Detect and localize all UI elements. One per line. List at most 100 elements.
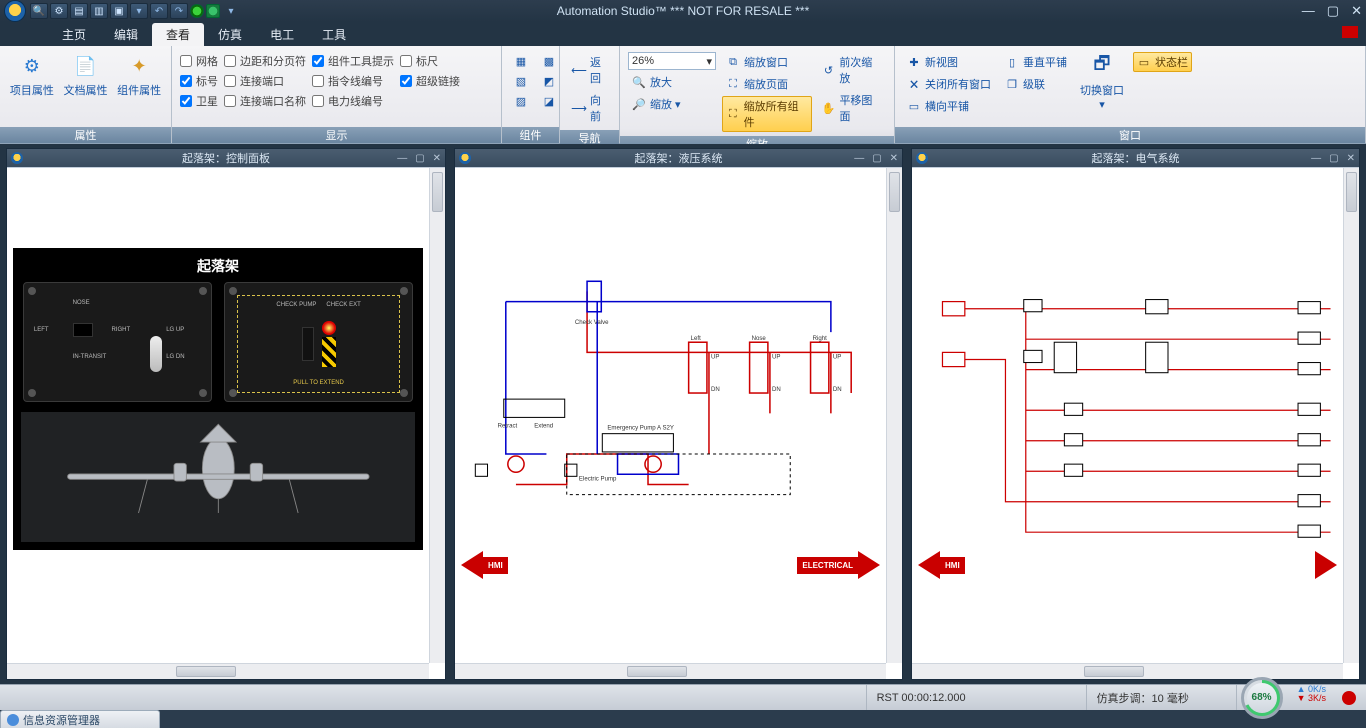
hydraulic-schematic[interactable]: Check Valve Left Nose Right UPUPUP DNDND… — [455, 167, 902, 679]
pane-close-button[interactable]: ✕ — [433, 153, 441, 164]
vertical-scrollbar[interactable] — [429, 168, 445, 663]
qat-dropdown[interactable]: ▾ — [222, 3, 240, 19]
zoom-page-button[interactable]: ⛶缩放页面 — [722, 74, 812, 94]
info-explorer-tab[interactable]: 信息资源管理器 — [0, 710, 160, 728]
user-icon — [7, 714, 19, 726]
pane-min-button[interactable]: — — [397, 153, 407, 164]
qat-redo-icon[interactable]: ↷ — [170, 3, 188, 19]
zoom-window-button[interactable]: ⧉缩放窗口 — [722, 52, 812, 72]
tab-sim[interactable]: 仿真 — [204, 23, 256, 46]
vertical-scrollbar[interactable] — [886, 168, 902, 663]
pane-min-button[interactable]: — — [854, 153, 864, 164]
horizontal-scrollbar[interactable] — [455, 663, 886, 679]
hmi-panel[interactable]: 起落架 NOSE LEFT RIGHT LG UP IN-TRANSIT LG — [13, 248, 423, 550]
vtile-button[interactable]: ▯垂直平铺 — [1001, 52, 1071, 72]
qat-button[interactable]: ▥ — [90, 3, 108, 19]
comp-btn[interactable]: ▨ — [510, 92, 532, 110]
minimize-button[interactable]: — — [1302, 3, 1315, 19]
nav-hmi-arrow[interactable]: HMI — [461, 551, 508, 579]
ribbon-group-attributes: ⚙项目属性 📄文档属性 ✦组件属性 属性 — [0, 46, 172, 143]
nav-electrical-arrow[interactable]: ELECTRICAL — [797, 551, 880, 579]
comp-props-button[interactable]: ✦组件属性 — [115, 50, 163, 98]
zoom-out-button[interactable]: 🔎缩放 ▾ — [628, 94, 716, 114]
pane-min-button[interactable]: — — [1311, 153, 1321, 164]
zoom-in-button[interactable]: 🔍放大 — [628, 72, 716, 92]
svg-text:Nose: Nose — [752, 335, 767, 342]
ports-checkbox[interactable]: 连接端口 — [224, 72, 306, 90]
tab-tools[interactable]: 工具 — [308, 23, 360, 46]
doc-props-button[interactable]: 📄文档属性 — [62, 50, 110, 98]
quick-access-toolbar: 🔍 ⚙ ▤ ▥ ▣ ▾ ↶ ↷ ▾ — [30, 3, 240, 19]
pane-max-button[interactable]: ▢ — [872, 153, 881, 164]
qat-button[interactable]: ▤ — [70, 3, 88, 19]
ribbon-group-window: ✚新视图 🗙关闭所有窗口 ▭横向平铺 ▯垂直平铺 ❐级联 🗗切换窗口 ▾ ▭状态… — [895, 46, 1366, 143]
zoom-combo[interactable]: 26%▾ — [628, 52, 716, 70]
tab-home[interactable]: 主页 — [48, 23, 100, 46]
run-icon[interactable] — [190, 4, 204, 18]
zoom-prev-button[interactable]: ↺前次缩放 — [818, 52, 886, 88]
qat-button[interactable]: ⚙ — [50, 3, 68, 19]
notification-flag-icon[interactable] — [1342, 26, 1358, 38]
stop-icon[interactable] — [206, 4, 220, 18]
indicator — [73, 323, 93, 337]
zoom-all-button[interactable]: ⛶缩放所有组件 — [722, 96, 812, 132]
pane-control-panel: 起落架：控制面板 —▢✕ 起落架 NOSE LEFT RIGHT LG U — [6, 148, 446, 680]
close-all-button[interactable]: 🗙关闭所有窗口 — [903, 74, 995, 94]
ruler-checkbox[interactable]: 标尺 — [400, 52, 460, 70]
qat-button[interactable]: ▣ — [110, 3, 128, 19]
powerline-checkbox[interactable]: 电力线编号 — [312, 92, 394, 110]
sim-time: RST 00:00:12.000 — [867, 685, 1087, 710]
new-view-button[interactable]: ✚新视图 — [903, 52, 995, 72]
qat-undo-icon[interactable]: ↶ — [150, 3, 168, 19]
ribbon-group-display: 网格 标号 卫星 边距和分页符 连接端口 连接端口名称 组件工具提示 指令线编号… — [172, 46, 502, 143]
gear-lever[interactable] — [150, 336, 162, 372]
comp-btn[interactable]: ▧ — [510, 72, 532, 90]
pan-button[interactable]: ✋平移图面 — [818, 90, 886, 126]
comp-btn[interactable]: ▩ — [538, 52, 560, 70]
svg-text:UP: UP — [772, 353, 780, 360]
comp-btn[interactable]: ▦ — [510, 52, 532, 70]
pane-max-button[interactable]: ▢ — [415, 153, 424, 164]
qat-dropdown[interactable]: ▾ — [130, 3, 148, 19]
nav-back-button: ⟵返回 — [568, 52, 611, 88]
status-bar: RST 00:00:12.000 仿真步调：10 毫秒 68% ▲ 0K/s ▼… — [0, 684, 1366, 710]
margins-checkbox[interactable]: 边距和分页符 — [224, 52, 306, 70]
horizontal-scrollbar[interactable] — [7, 663, 429, 679]
satellite-checkbox[interactable]: 卫星 — [180, 92, 218, 110]
cmdline-checkbox[interactable]: 指令线编号 — [312, 72, 394, 90]
tooltips-checkbox[interactable]: 组件工具提示 — [312, 52, 394, 70]
pane-max-button[interactable]: ▢ — [1329, 153, 1338, 164]
statusbar-toggle[interactable]: ▭状态栏 — [1133, 52, 1192, 72]
svg-text:Extend: Extend — [534, 423, 553, 430]
ribbon-tabs: 主页 编辑 查看 仿真 电工 工具 — [0, 22, 1366, 46]
tab-edit[interactable]: 编辑 — [100, 23, 152, 46]
pane-close-button[interactable]: ✕ — [1347, 153, 1355, 164]
vertical-scrollbar[interactable] — [1343, 168, 1359, 663]
portnames-checkbox[interactable]: 连接端口名称 — [224, 92, 306, 110]
htile-button[interactable]: ▭横向平铺 — [903, 96, 995, 116]
tab-view[interactable]: 查看 — [152, 23, 204, 46]
qat-button[interactable]: 🔍 — [30, 3, 48, 19]
close-button[interactable]: ✕ — [1351, 3, 1362, 19]
comp-btn[interactable]: ◩ — [538, 72, 560, 90]
maximize-button[interactable]: ▢ — [1327, 3, 1339, 19]
nav-next-arrow[interactable] — [1315, 551, 1337, 579]
comp-btn[interactable]: ◪ — [538, 92, 560, 110]
emergency-button[interactable] — [322, 321, 336, 335]
horizontal-scrollbar[interactable] — [912, 663, 1343, 679]
switch[interactable] — [302, 327, 314, 361]
label-checkbox[interactable]: 标号 — [180, 72, 218, 90]
pane-close-button[interactable]: ✕ — [890, 153, 898, 164]
titlebar: 🔍 ⚙ ▤ ▥ ▣ ▾ ↶ ↷ ▾ Automation Studio™ ***… — [0, 0, 1366, 22]
nav-hmi-arrow[interactable]: HMI — [918, 551, 965, 579]
ribbon-group-components: ▦ ▧ ▨ ▩ ◩ ◪ 组件 — [502, 46, 560, 143]
tab-elec[interactable]: 电工 — [256, 23, 308, 46]
svg-text:Left: Left — [691, 335, 701, 342]
doc-icon — [11, 152, 23, 164]
electrical-schematic[interactable]: HMI — [912, 167, 1359, 679]
project-props-button[interactable]: ⚙项目属性 — [8, 50, 56, 98]
cascade-button[interactable]: ❐级联 — [1001, 74, 1071, 94]
switch-window-button[interactable]: 🗗切换窗口 ▾ — [1077, 50, 1127, 111]
hyperlink-checkbox[interactable]: 超级链接 — [400, 72, 460, 90]
grid-checkbox[interactable]: 网格 — [180, 52, 218, 70]
